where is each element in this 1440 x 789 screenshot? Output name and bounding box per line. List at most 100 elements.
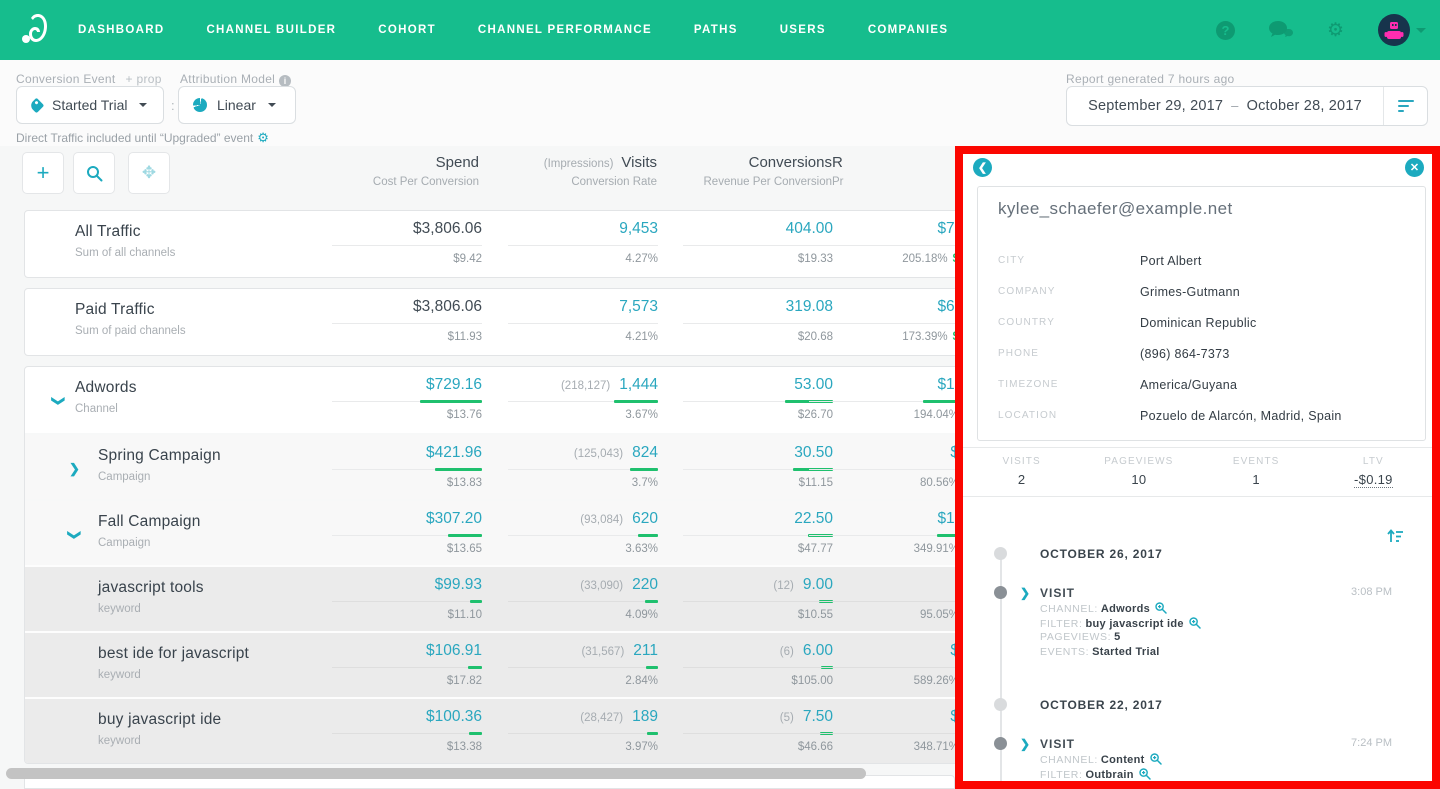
- row-name: All Traffic: [75, 223, 141, 241]
- timeline-date: OCTOBER 26, 2017: [1040, 547, 1163, 561]
- table-row-all-traffic[interactable]: All Traffic Sum of all channels $3,806.0…: [25, 211, 955, 277]
- stat-ltv: LTV -$0.19: [1315, 448, 1432, 496]
- cell-sub-value: 173.39%$: [902, 331, 955, 343]
- cell-divider: [508, 667, 658, 668]
- chevron-down-icon[interactable]: ❯: [50, 396, 66, 407]
- gear-icon[interactable]: ⚙: [1327, 21, 1344, 40]
- visit-time: 7:24 PM: [1351, 737, 1392, 749]
- help-icon[interactable]: ?: [1216, 21, 1235, 40]
- cell-main-value: 22.50: [794, 510, 833, 528]
- chevron-right-icon[interactable]: ❯: [69, 461, 80, 477]
- visit-detail-line: EVENTS:Started Trial: [1040, 646, 1201, 661]
- date-filter-button[interactable]: [1383, 87, 1427, 125]
- zoom-in-icon[interactable]: [1189, 617, 1201, 629]
- sort-icon[interactable]: [1387, 529, 1404, 544]
- add-channel-button[interactable]: +: [22, 152, 64, 194]
- cell-sub-value: 194.04%: [914, 409, 955, 421]
- cell-visits: 7,573 4.21%: [482, 289, 658, 355]
- user-field-location: LOCATION Pozuelo de Alarcón, Madrid, Spa…: [998, 400, 1413, 431]
- add-prop-link[interactable]: + prop: [126, 72, 162, 86]
- table-row-adwords[interactable]: ❯Adwords Channel $729.16 $13.76 (218,127…: [25, 367, 955, 433]
- date-range-picker[interactable]: September 29, 2017–October 28, 2017: [1066, 86, 1428, 126]
- table-row-spring-campaign[interactable]: ❯Spring Campaign Campaign $421.96 $13.83…: [25, 433, 955, 499]
- row-name: Paid Traffic: [75, 301, 155, 319]
- visit-title[interactable]: VISIT: [1040, 737, 1075, 751]
- cell-divider: [809, 323, 955, 324]
- field-value: America/Guyana: [1140, 378, 1237, 392]
- chevron-right-icon[interactable]: ❯: [1020, 586, 1030, 600]
- nav-item-companies[interactable]: COMPANIES: [868, 24, 949, 36]
- timeline-visit-dot: [994, 586, 1007, 599]
- back-icon[interactable]: ❮: [973, 158, 992, 177]
- contribution-bar: [646, 666, 658, 669]
- row-name-cell: All Traffic Sum of all channels: [25, 211, 305, 277]
- visit-title[interactable]: VISIT: [1040, 586, 1075, 600]
- reorder-button[interactable]: ✥: [128, 152, 170, 194]
- column-header-spend[interactable]: Spend Cost Per Conversion: [304, 154, 479, 188]
- nav-item-users[interactable]: USERS: [780, 24, 826, 36]
- cell-main-value: (5)7.50: [780, 708, 833, 726]
- zoom-in-icon[interactable]: [1139, 768, 1151, 780]
- table-row-javascript-tools[interactable]: javascript tools keyword $99.93 $11.10 (…: [25, 565, 955, 631]
- nav-item-cohort[interactable]: COHORT: [378, 24, 436, 36]
- cell-sub-value: 349.91%: [914, 543, 955, 555]
- settings-gear-icon[interactable]: ⚙: [257, 130, 269, 145]
- cell-conversions: 404.00 $19.33: [658, 211, 833, 277]
- field-label: PHONE: [998, 348, 1140, 359]
- filter-separator: :: [171, 98, 175, 113]
- chevron-down-icon[interactable]: ❯: [66, 530, 82, 541]
- row-name: buy javascript ide: [98, 711, 221, 729]
- row-name-cell: Paid Traffic Sum of paid channels: [25, 289, 305, 355]
- cell-main-value: 53.00: [794, 376, 833, 394]
- cell-main-value: $7,: [937, 220, 955, 238]
- cell-spend: $729.16 $13.76: [305, 367, 482, 433]
- zoom-in-icon[interactable]: [1155, 602, 1167, 614]
- cell-main-value: $3,806.06: [413, 220, 482, 238]
- cell-visits: (28,427)189 3.97%: [482, 699, 658, 763]
- row-name: Spring Campaign: [98, 447, 221, 465]
- nav-item-channel-performance[interactable]: CHANNEL PERFORMANCE: [478, 24, 652, 36]
- nav-item-channel-builder[interactable]: CHANNEL BUILDER: [206, 24, 336, 36]
- cell-sub-value: 3.67%: [625, 409, 658, 421]
- account-menu[interactable]: [1378, 14, 1426, 46]
- table-header: + ✥ Spend Cost Per Conversion (Impressio…: [0, 146, 955, 208]
- chat-icon[interactable]: [1269, 21, 1293, 39]
- stat-label: EVENTS: [1198, 456, 1315, 467]
- top-nav: DASHBOARD CHANNEL BUILDER COHORT CHANNEL PE…: [0, 0, 1440, 60]
- cell-divider: [809, 469, 955, 470]
- visit-time: 3:08 PM: [1351, 586, 1392, 598]
- nav-item-paths[interactable]: PATHS: [694, 24, 738, 36]
- attribution-model-dropdown[interactable]: Linear: [178, 86, 296, 124]
- table-row-buy-javascript-ide[interactable]: buy javascript ide keyword $100.36 $13.3…: [25, 697, 955, 763]
- field-label: TIMEZONE: [998, 379, 1140, 390]
- scrollbar-thumb[interactable]: [6, 768, 866, 779]
- table-row-fall-campaign[interactable]: ❯Fall Campaign Campaign $307.20 $13.65 (…: [25, 499, 955, 565]
- cell-main-value: 404.00: [786, 220, 833, 238]
- cell-revenue: $1, 194.04%: [833, 367, 955, 433]
- column-header-conversions[interactable]: Conversions Revenue Per Conversion: [657, 154, 832, 188]
- search-button[interactable]: [73, 152, 115, 194]
- zoom-in-icon[interactable]: [1150, 753, 1162, 765]
- cell-sub-value: $13.65: [447, 543, 482, 555]
- row-type: keyword: [98, 603, 141, 615]
- app-logo-icon[interactable]: [18, 12, 52, 48]
- cell-main-value: (93,084)620: [580, 510, 658, 528]
- table-row-best-ide-for-javascript[interactable]: best ide for javascript keyword $106.91 …: [25, 631, 955, 697]
- cell-sub-value: $13.38: [447, 741, 482, 753]
- conversion-event-dropdown[interactable]: Started Trial: [16, 86, 164, 124]
- row-name-cell: ❯Spring Campaign Campaign: [25, 435, 305, 499]
- timeline-date-dot: [994, 547, 1007, 560]
- column-header-visits[interactable]: (Impressions)Visits Conversion Rate: [481, 154, 657, 188]
- performance-table: + ✥ Spend Cost Per Conversion (Impressio…: [0, 146, 955, 789]
- cell-divider: [809, 733, 955, 734]
- cell-spend: $99.93 $11.10: [305, 567, 482, 631]
- assist-count: (6): [780, 646, 794, 658]
- user-email: kylee_schaefer@example.net: [998, 199, 1233, 219]
- close-icon[interactable]: ✕: [1405, 158, 1424, 177]
- cell-spend: $100.36 $13.38: [305, 699, 482, 763]
- nav-item-dashboard[interactable]: DASHBOARD: [78, 24, 164, 36]
- table-row-paid-traffic[interactable]: Paid Traffic Sum of paid channels $3,806…: [25, 289, 955, 355]
- impressions-value: (33,090): [580, 580, 623, 592]
- column-header-revenue[interactable]: R Pr: [832, 154, 948, 188]
- chevron-right-icon[interactable]: ❯: [1020, 737, 1030, 751]
